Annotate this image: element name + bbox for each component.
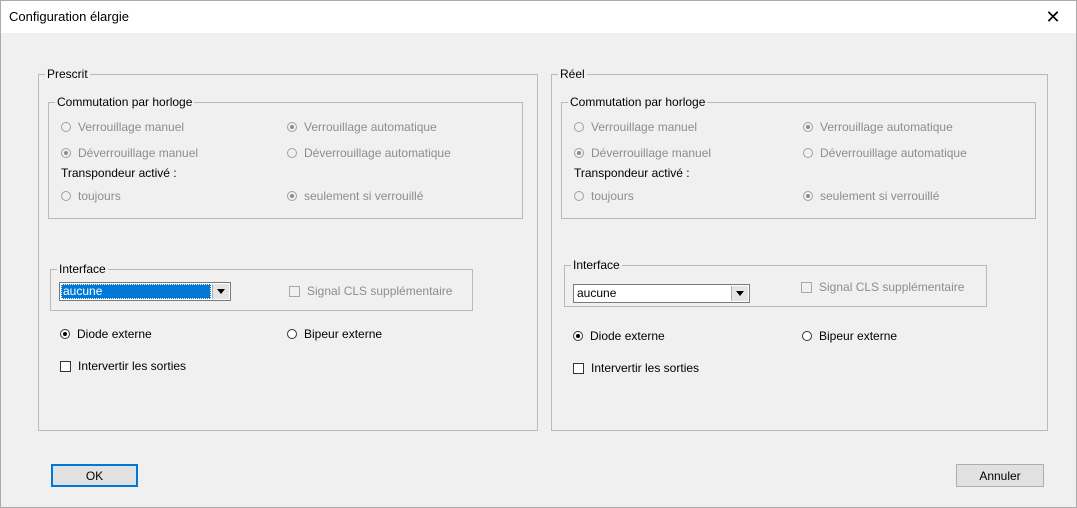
prescrit-diode-radio[interactable]: Diode externe — [60, 327, 152, 341]
radio-icon — [803, 122, 813, 132]
radio-icon — [60, 329, 70, 339]
reel-auto-lock-radio[interactable]: Verrouillage automatique — [803, 120, 953, 134]
radio-label: toujours — [591, 189, 634, 203]
reel-manual-unlock-radio[interactable]: Déverrouillage manuel — [574, 146, 711, 160]
prescrit-only-if-locked-radio[interactable]: seulement si verrouillé — [287, 189, 423, 203]
reel-clock-title: Commutation par horloge — [568, 95, 708, 109]
radio-label: seulement si verrouillé — [304, 189, 424, 203]
radio-icon — [61, 191, 71, 201]
checkbox-icon — [573, 362, 584, 374]
radio-icon — [803, 148, 813, 158]
checkbox-icon — [801, 281, 812, 293]
radio-label: Diode externe — [77, 327, 152, 341]
radio-label: Déverrouillage automatique — [304, 146, 451, 160]
prescrit-clock-title: Commutation par horloge — [55, 95, 195, 109]
radio-label: Bipeur externe — [304, 327, 383, 341]
reel-transponder-label: Transpondeur activé : — [574, 166, 690, 180]
reel-auto-unlock-radio[interactable]: Déverrouillage automatique — [803, 146, 967, 160]
checkbox-label: Signal CLS supplémentaire — [819, 280, 965, 294]
radio-label: toujours — [78, 189, 121, 203]
prescrit-manual-unlock-radio[interactable]: Déverrouillage manuel — [61, 146, 198, 160]
radio-label: seulement si verrouillé — [820, 189, 940, 203]
reel-group: Réel Commutation par horloge Verrouillag… — [551, 67, 1048, 431]
cancel-button[interactable]: Annuler — [956, 464, 1044, 487]
checkbox-icon — [289, 285, 300, 297]
reel-swap-outputs-checkbox[interactable]: Intervertir les sorties — [573, 361, 699, 375]
radio-icon — [573, 331, 583, 341]
chevron-down-icon[interactable] — [212, 284, 229, 299]
prescrit-swap-outputs-checkbox[interactable]: Intervertir les sorties — [60, 359, 186, 373]
radio-icon — [61, 122, 71, 132]
radio-icon — [287, 191, 297, 201]
radio-icon — [574, 191, 584, 201]
prescrit-cls-signal-checkbox[interactable]: Signal CLS supplémentaire — [289, 284, 452, 298]
reel-diode-radio[interactable]: Diode externe — [573, 329, 665, 343]
reel-cls-signal-checkbox[interactable]: Signal CLS supplémentaire — [801, 280, 964, 294]
radio-label: Diode externe — [590, 329, 665, 343]
reel-only-if-locked-radio[interactable]: seulement si verrouillé — [803, 189, 939, 203]
reel-interface-select[interactable]: aucune — [573, 284, 750, 303]
radio-icon — [802, 331, 812, 341]
prescrit-always-radio[interactable]: toujours — [61, 189, 121, 203]
prescrit-interface-value: aucune — [61, 284, 211, 299]
radio-label: Verrouillage manuel — [591, 120, 698, 134]
prescrit-interface-group: Interface aucune Signal CLS supplémentai… — [50, 262, 473, 311]
reel-always-radio[interactable]: toujours — [574, 189, 634, 203]
reel-beeper-radio[interactable]: Bipeur externe — [802, 329, 897, 343]
radio-icon — [574, 122, 584, 132]
radio-icon — [287, 148, 297, 158]
prescrit-interface-select[interactable]: aucune — [59, 282, 231, 301]
prescrit-clock-group: Commutation par horloge Verrouillage man… — [48, 95, 523, 219]
radio-label: Verrouillage automatique — [304, 120, 437, 134]
radio-label: Déverrouillage manuel — [78, 146, 199, 160]
radio-icon — [287, 122, 297, 132]
prescrit-auto-lock-radio[interactable]: Verrouillage automatique — [287, 120, 437, 134]
radio-icon — [61, 148, 71, 158]
chevron-down-icon[interactable] — [731, 286, 748, 301]
prescrit-group-title: Prescrit — [45, 67, 90, 81]
checkbox-label: Intervertir les sorties — [78, 359, 187, 373]
reel-interface-value: aucune — [577, 286, 617, 300]
radio-icon — [287, 329, 297, 339]
reel-interface-group: Interface aucune Signal CLS supplémentai… — [564, 258, 987, 307]
radio-label: Bipeur externe — [819, 329, 898, 343]
radio-label: Déverrouillage manuel — [591, 146, 712, 160]
radio-icon — [803, 191, 813, 201]
checkbox-label: Intervertir les sorties — [591, 361, 700, 375]
checkbox-icon — [60, 360, 71, 372]
dialog-window: Configuration élargie ✕ Prescrit Commuta… — [0, 0, 1077, 508]
prescrit-interface-title: Interface — [57, 262, 108, 276]
prescrit-group: Prescrit Commutation par horloge Verroui… — [38, 67, 538, 431]
prescrit-beeper-radio[interactable]: Bipeur externe — [287, 327, 382, 341]
radio-label: Déverrouillage automatique — [820, 146, 967, 160]
ok-button[interactable]: OK — [51, 464, 138, 487]
reel-interface-title: Interface — [571, 258, 622, 272]
reel-clock-group: Commutation par horloge Verrouillage man… — [561, 95, 1036, 219]
reel-manual-lock-radio[interactable]: Verrouillage manuel — [574, 120, 697, 134]
close-icon[interactable]: ✕ — [1030, 1, 1076, 33]
radio-label: Verrouillage automatique — [820, 120, 953, 134]
reel-group-title: Réel — [558, 67, 587, 81]
checkbox-label: Signal CLS supplémentaire — [307, 284, 453, 298]
prescrit-auto-unlock-radio[interactable]: Déverrouillage automatique — [287, 146, 451, 160]
prescrit-transponder-label: Transpondeur activé : — [61, 166, 177, 180]
radio-label: Verrouillage manuel — [78, 120, 185, 134]
title-bar: Configuration élargie ✕ — [1, 1, 1076, 33]
window-title: Configuration élargie — [9, 9, 129, 24]
prescrit-manual-lock-radio[interactable]: Verrouillage manuel — [61, 120, 184, 134]
radio-icon — [574, 148, 584, 158]
